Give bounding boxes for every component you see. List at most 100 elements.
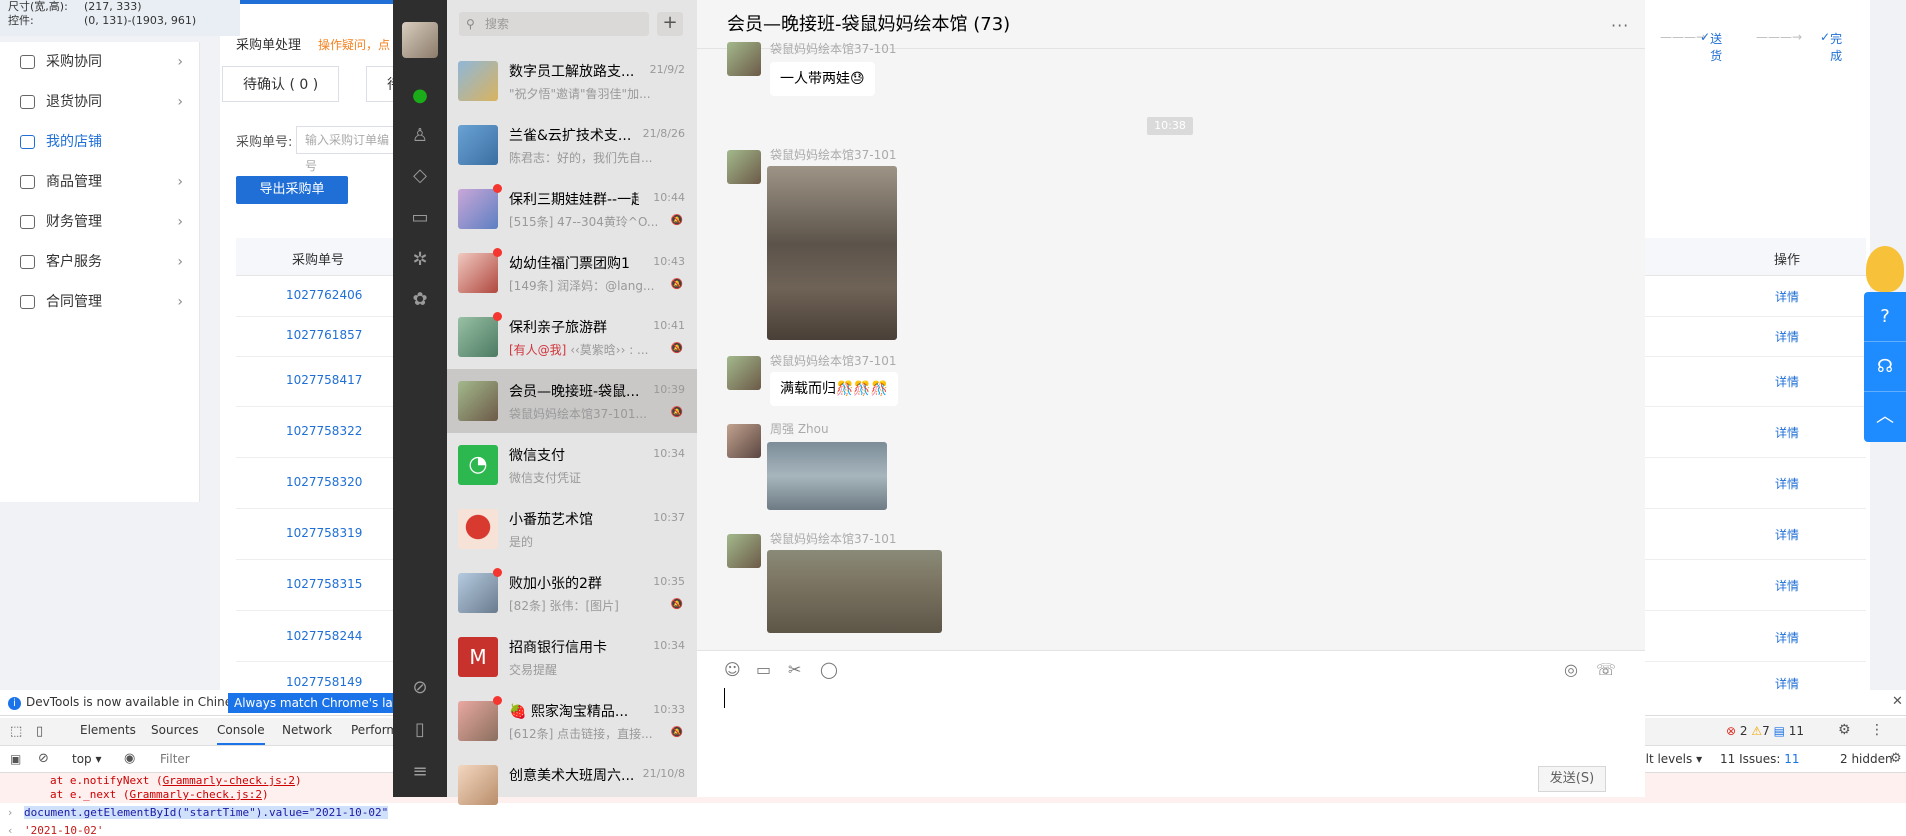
detail-link[interactable]: 详情 — [1775, 577, 1799, 594]
tab-console[interactable]: Console — [217, 723, 265, 745]
chat-item[interactable]: 数字员工解放路支... 21/9/2 "祝夕悟"邀请"鲁羽佳"加... — [447, 49, 697, 113]
chat-item-selected[interactable]: 会员—晚接班-袋鼠... 10:39 袋鼠妈妈绘本馆37-101... 🔕 — [447, 369, 697, 433]
sender-avatar[interactable] — [727, 424, 761, 458]
detail-link[interactable]: 详情 — [1775, 328, 1799, 345]
folder-icon[interactable]: ▭ — [756, 660, 771, 679]
link-icon[interactable]: ⊘ — [408, 676, 432, 700]
contacts-icon[interactable]: ♙ — [408, 124, 432, 148]
message-image[interactable] — [767, 550, 942, 633]
group-avatar — [458, 701, 498, 741]
miniprogram-icon[interactable]: ✲ — [408, 248, 432, 272]
chevron-right-icon: › — [177, 294, 183, 310]
message-image[interactable] — [767, 442, 887, 510]
issues-button[interactable]: 11 Issues: 11 — [1720, 752, 1800, 766]
tab-pending[interactable]: 待确认 ( 0 ) — [222, 66, 340, 102]
search-input[interactable]: 搜索 — [459, 12, 649, 36]
clear-console-icon[interactable]: ⊘ — [38, 751, 49, 766]
order-number-link[interactable]: 1027758322 — [286, 424, 362, 438]
chat-item[interactable]: 败加小张的2群 10:35 [82条] 张伟：[图片] 🔕 — [447, 561, 697, 625]
scissors-icon[interactable]: ✂ — [788, 660, 801, 679]
order-number-link[interactable]: 1027761857 — [286, 328, 362, 342]
filter-input[interactable]: Filter — [160, 752, 190, 766]
export-button[interactable]: 导出采购单 — [236, 176, 348, 204]
gear-icon[interactable]: ⚙ — [1838, 722, 1851, 738]
detail-link[interactable]: 详情 — [1775, 373, 1799, 390]
tab-performance[interactable]: Perform — [351, 723, 398, 737]
message-input[interactable] — [697, 651, 1645, 797]
chat-history-icon[interactable]: ◯ — [820, 660, 838, 679]
mascot-icon[interactable] — [1866, 246, 1904, 292]
chat-item[interactable]: ◔ 微信支付 10:34 微信支付凭证 — [447, 433, 697, 497]
chat-icon[interactable]: ● — [408, 84, 432, 108]
close-icon[interactable]: ✕ — [1892, 694, 1903, 709]
device-toggle-icon[interactable]: ▯ — [36, 724, 43, 739]
order-number-link[interactable]: 1027758320 — [286, 475, 362, 489]
sender-avatar[interactable] — [727, 356, 761, 390]
order-number-link[interactable]: 1027758315 — [286, 577, 362, 591]
chat-item[interactable]: 创意美术大班周六... 21/10/8 — [447, 753, 697, 817]
collection-icon[interactable]: ◇ — [408, 164, 432, 188]
live-icon[interactable]: ◎ — [1564, 660, 1578, 679]
sidebar-item-purchase[interactable]: 采购协同 › — [0, 42, 199, 82]
order-number-link[interactable]: 1027758417 — [286, 373, 362, 387]
detail-link[interactable]: 详情 — [1775, 288, 1799, 305]
chat-item[interactable]: 保利三期娃娃群--一起... 10:44 [515条] 47--304黄玲^O.… — [447, 177, 697, 241]
help-link[interactable]: 操作疑问，点 — [318, 36, 390, 53]
stack-file-link[interactable]: Grammarly-check.js:2 — [129, 788, 261, 801]
sidebar-toggle-icon[interactable]: ▣ — [10, 752, 21, 766]
phone-icon[interactable]: ▯ — [408, 718, 432, 742]
menu-icon[interactable]: ≡ — [408, 760, 432, 784]
tab-network[interactable]: Network — [282, 723, 332, 737]
sender-avatar[interactable] — [727, 534, 761, 568]
console-command[interactable]: document.getElementById("startTime").val… — [24, 806, 389, 819]
tab-sources[interactable]: Sources — [151, 723, 198, 737]
inspect-icon[interactable]: ⬚ — [10, 724, 22, 739]
folder-icon[interactable]: ▭ — [408, 206, 432, 230]
chat-item[interactable]: 保利亲子旅游群 10:41 [有人@我] ‹‹莫紫晗›› : ... 🔕 — [447, 305, 697, 369]
sidebar-item-contract[interactable]: 合同管理 › — [0, 282, 199, 322]
back-to-top-icon[interactable]: ︿ — [1864, 392, 1906, 442]
moments-icon[interactable]: ✿ — [408, 288, 432, 312]
levels-dropdown[interactable]: ult levels ▾ — [1638, 752, 1702, 766]
sidebar-item-finance[interactable]: 财务管理 › — [0, 202, 199, 242]
eye-icon[interactable]: ◉ — [124, 751, 135, 766]
send-button[interactable]: 发送(S) — [1538, 766, 1606, 792]
chat-item[interactable]: 🍓 熙家淘宝精品... 10:33 [612条] 点击链接，直接... 🔕 — [447, 689, 697, 753]
detail-link[interactable]: 详情 — [1775, 526, 1799, 543]
help-icon[interactable]: ? — [1864, 292, 1906, 342]
order-number-link[interactable]: 1027762406 — [286, 288, 362, 302]
sidebar-item-shop[interactable]: 我的店铺 — [0, 122, 199, 162]
emoji-icon[interactable]: ☺ — [724, 660, 741, 679]
add-button[interactable]: + — [657, 12, 683, 36]
tab-elements[interactable]: Elements — [80, 723, 136, 737]
sidebar-item-return[interactable]: 退货协同 › — [0, 82, 199, 122]
avatar[interactable] — [402, 22, 438, 58]
order-number-link[interactable]: 1027758149 — [286, 675, 362, 689]
sidebar-item-goods[interactable]: 商品管理 › — [0, 162, 199, 202]
sidebar-item-service[interactable]: 客户服务 › — [0, 242, 199, 282]
stack-file-link[interactable]: Grammarly-check.js:2 — [163, 774, 295, 787]
info-icon: i — [8, 697, 21, 710]
more-icon[interactable]: ··· — [1611, 16, 1629, 35]
order-number-input[interactable]: 输入采购订单编号 — [296, 126, 396, 173]
sender-avatar[interactable] — [727, 150, 761, 184]
order-number-link[interactable]: 1027758319 — [286, 526, 362, 540]
call-icon[interactable]: ☏ — [1596, 660, 1616, 679]
detail-link[interactable]: 详情 — [1775, 629, 1799, 646]
detail-link[interactable]: 详情 — [1775, 424, 1799, 441]
context-select[interactable]: top ▾ — [72, 752, 102, 766]
gear-icon[interactable]: ⚙ — [1890, 751, 1902, 766]
message-image[interactable] — [767, 166, 897, 340]
chat-item[interactable]: M 招商银行信用卡 10:34 交易提醒 — [447, 625, 697, 689]
chat-item[interactable]: 幼幼佳福门票团购1 10:43 [149条] 润泽妈：@lang... 🔕 — [447, 241, 697, 305]
more-icon[interactable]: ⋮ — [1870, 722, 1884, 738]
message-bubble[interactable]: 满载而归🎊🎊🎊 — [770, 372, 899, 406]
headset-icon[interactable]: ☊ — [1864, 342, 1906, 392]
sender-avatar[interactable] — [727, 42, 761, 76]
message-bubble[interactable]: 一人带两娃😓 — [770, 62, 875, 96]
detail-link[interactable]: 详情 — [1775, 475, 1799, 492]
chat-item[interactable]: 小番茄艺术馆 10:37 是的 — [447, 497, 697, 561]
chat-item[interactable]: 兰雀&云扩技术支... 21/8/26 陈君志：好的，我们先自... — [447, 113, 697, 177]
order-number-link[interactable]: 1027758244 — [286, 629, 362, 643]
issue-counters[interactable]: ⊗ 2 ⚠7 ▤ 11 — [1726, 724, 1804, 738]
